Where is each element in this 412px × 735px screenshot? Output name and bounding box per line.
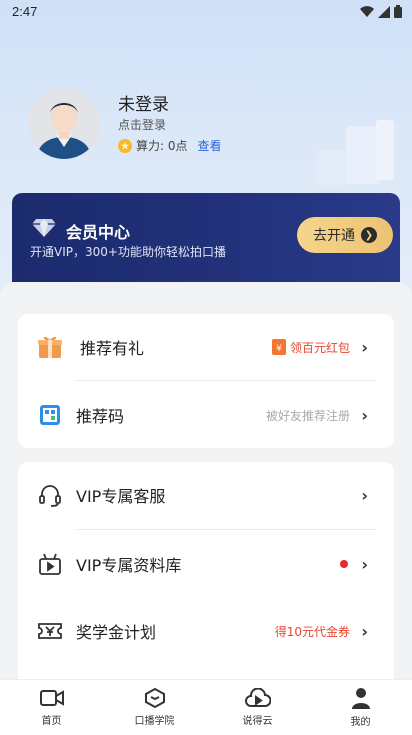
list-item-label: 推荐码 (76, 407, 125, 426)
headset-icon (36, 481, 64, 509)
graduation-cap-icon (144, 688, 165, 708)
view-points-link[interactable]: 查看 (198, 137, 222, 154)
avatar[interactable] (28, 87, 100, 159)
divider (76, 529, 376, 530)
diamond-icon (32, 219, 56, 237)
red-packet-text: 领百元红包 (289, 340, 350, 355)
recommend-card: 推荐有礼 ¥ 领百元红包 › 推荐码 被好友推荐注册 › (18, 314, 394, 448)
list-item-referral-code[interactable]: 推荐码 被好友推荐注册 › (18, 382, 394, 448)
points-text: 算力: 0点 (136, 139, 188, 153)
status-bar: 2:47 (0, 0, 412, 24)
list-item-label: VIP专属资料库 (76, 556, 182, 575)
vip-center-banner[interactable]: 会员中心 开通VIP，300+功能助你轻松拍口播 去开通 ❯ (12, 193, 400, 282)
chevron-right-icon: › (361, 337, 368, 357)
tab-mine[interactable]: 我的 (309, 680, 412, 735)
signal-icon (378, 5, 390, 18)
tab-label: 口播学院 (134, 716, 175, 727)
status-time: 2:47 (12, 4, 38, 19)
points-row: 算力: 0点 查看 (118, 137, 222, 154)
tab-label: 我的 (350, 717, 371, 728)
list-item-recommend-gift[interactable]: 推荐有礼 ¥ 领百元红包 › (18, 314, 394, 380)
svg-text:¥: ¥ (276, 344, 282, 354)
cloud-play-icon (244, 688, 271, 707)
gold-coin-icon (118, 138, 132, 153)
list-item-label: 推荐有礼 (80, 339, 145, 358)
tab-home[interactable]: 首页 (0, 680, 103, 735)
wifi-icon (360, 5, 374, 17)
list-item-label: 奖学金计划 (76, 623, 157, 642)
tab-cloud[interactable]: 说得云 (206, 680, 309, 735)
open-vip-label: 去开通 (313, 228, 355, 244)
tab-academy[interactable]: 口播学院 (103, 680, 206, 735)
gift-icon (36, 333, 64, 361)
open-vip-button[interactable]: 去开通 ❯ (297, 217, 393, 253)
video-library-icon (36, 550, 64, 578)
list-item-label: VIP专属客服 (76, 487, 166, 506)
status-icons (360, 5, 402, 18)
login-hint[interactable]: 点击登录 (118, 116, 166, 133)
chevron-right-icon: ❯ (361, 227, 377, 243)
red-packet-hint: ¥ 领百元红包 (271, 339, 350, 356)
user-avatar-icon (28, 87, 100, 159)
red-packet-icon: ¥ (271, 339, 286, 355)
yuan-ticket-icon (36, 617, 64, 645)
tab-label: 首页 (41, 716, 62, 727)
new-dot (340, 560, 348, 568)
vip-description: 开通VIP，300+功能助你轻松拍口播 (30, 245, 226, 259)
username[interactable]: 未登录 (118, 90, 169, 115)
referral-hint: 被好友推荐注册 (265, 408, 350, 423)
chevron-right-icon: › (361, 554, 368, 574)
decorative-cubes (316, 120, 394, 186)
tab-label: 说得云 (242, 716, 273, 727)
qr-code-icon (36, 401, 64, 429)
divider (76, 380, 376, 381)
bottom-tab-bar: 首页 口播学院 说得云 我的 (0, 679, 412, 735)
list-item-scholarship[interactable]: 奖学金计划 得10元代金券 › (18, 598, 394, 664)
list-item-vip-library[interactable]: VIP专属资料库 › (18, 531, 394, 597)
vip-title: 会员中心 (66, 223, 131, 242)
chevron-right-icon: › (361, 405, 368, 425)
video-camera-icon (39, 690, 64, 706)
list-item-vip-support[interactable]: VIP专属客服 › (18, 462, 394, 528)
vip-services-card: VIP专属客服 › VIP专属资料库 › 奖学金计划 得10元代金券 › (18, 462, 394, 682)
chevron-right-icon: › (361, 485, 368, 505)
scholarship-hint: 得10元代金券 (274, 624, 350, 639)
battery-icon (394, 5, 402, 18)
chevron-right-icon: › (361, 621, 368, 641)
person-icon (351, 688, 370, 709)
